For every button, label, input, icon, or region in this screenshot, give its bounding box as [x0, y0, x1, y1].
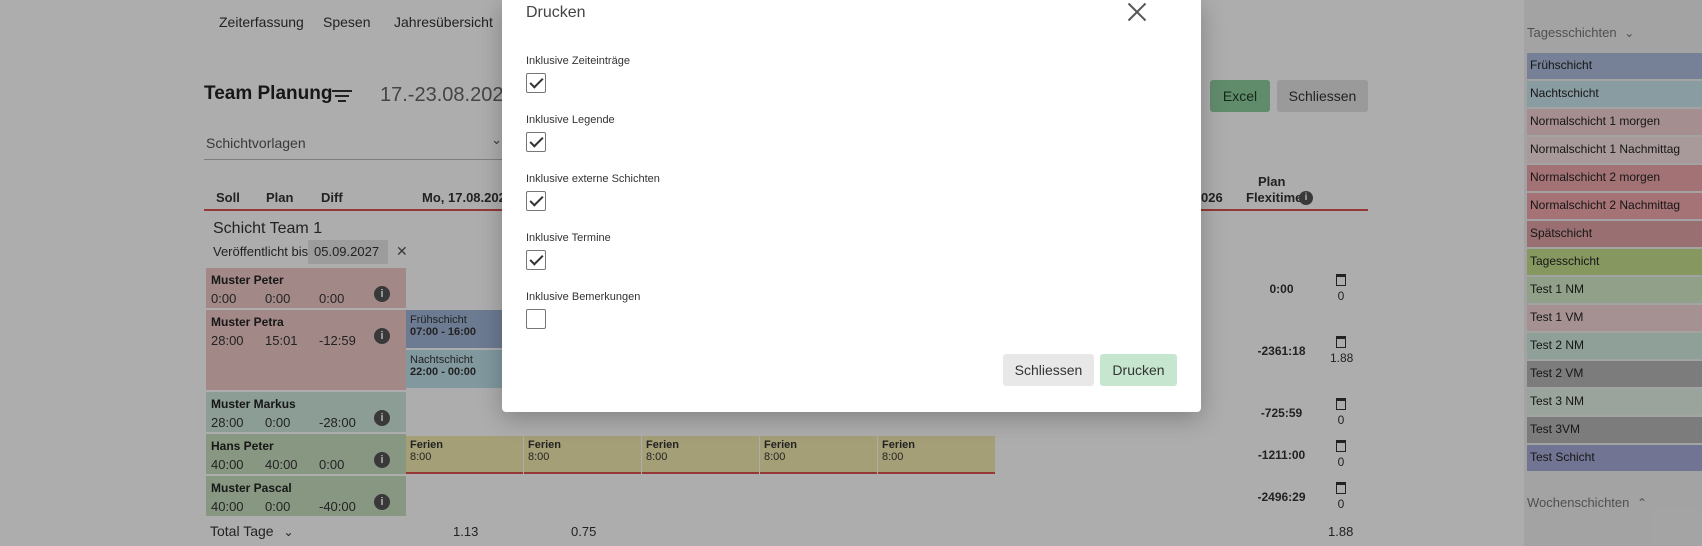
option-label: Inklusive Bemerkungen	[526, 291, 641, 303]
checkbox-zeiteintraege[interactable]	[526, 73, 546, 93]
checkbox-bemerkungen[interactable]	[526, 309, 546, 329]
option-label: Inklusive Termine	[526, 232, 611, 244]
print-dialog: Drucken Inklusive Zeiteinträge Inklusive…	[502, 0, 1201, 412]
close-icon[interactable]	[1128, 2, 1146, 20]
checkbox-externe-schichten[interactable]	[526, 191, 546, 211]
checkbox-termine[interactable]	[526, 250, 546, 270]
dialog-close-button[interactable]: Schliessen	[1003, 354, 1094, 386]
dialog-title: Drucken	[526, 4, 586, 21]
print-button[interactable]: Drucken	[1100, 354, 1177, 386]
option-label: Inklusive externe Schichten	[526, 173, 660, 185]
checkbox-legende[interactable]	[526, 132, 546, 152]
option-label: Inklusive Legende	[526, 114, 615, 126]
option-label: Inklusive Zeiteinträge	[526, 55, 630, 67]
